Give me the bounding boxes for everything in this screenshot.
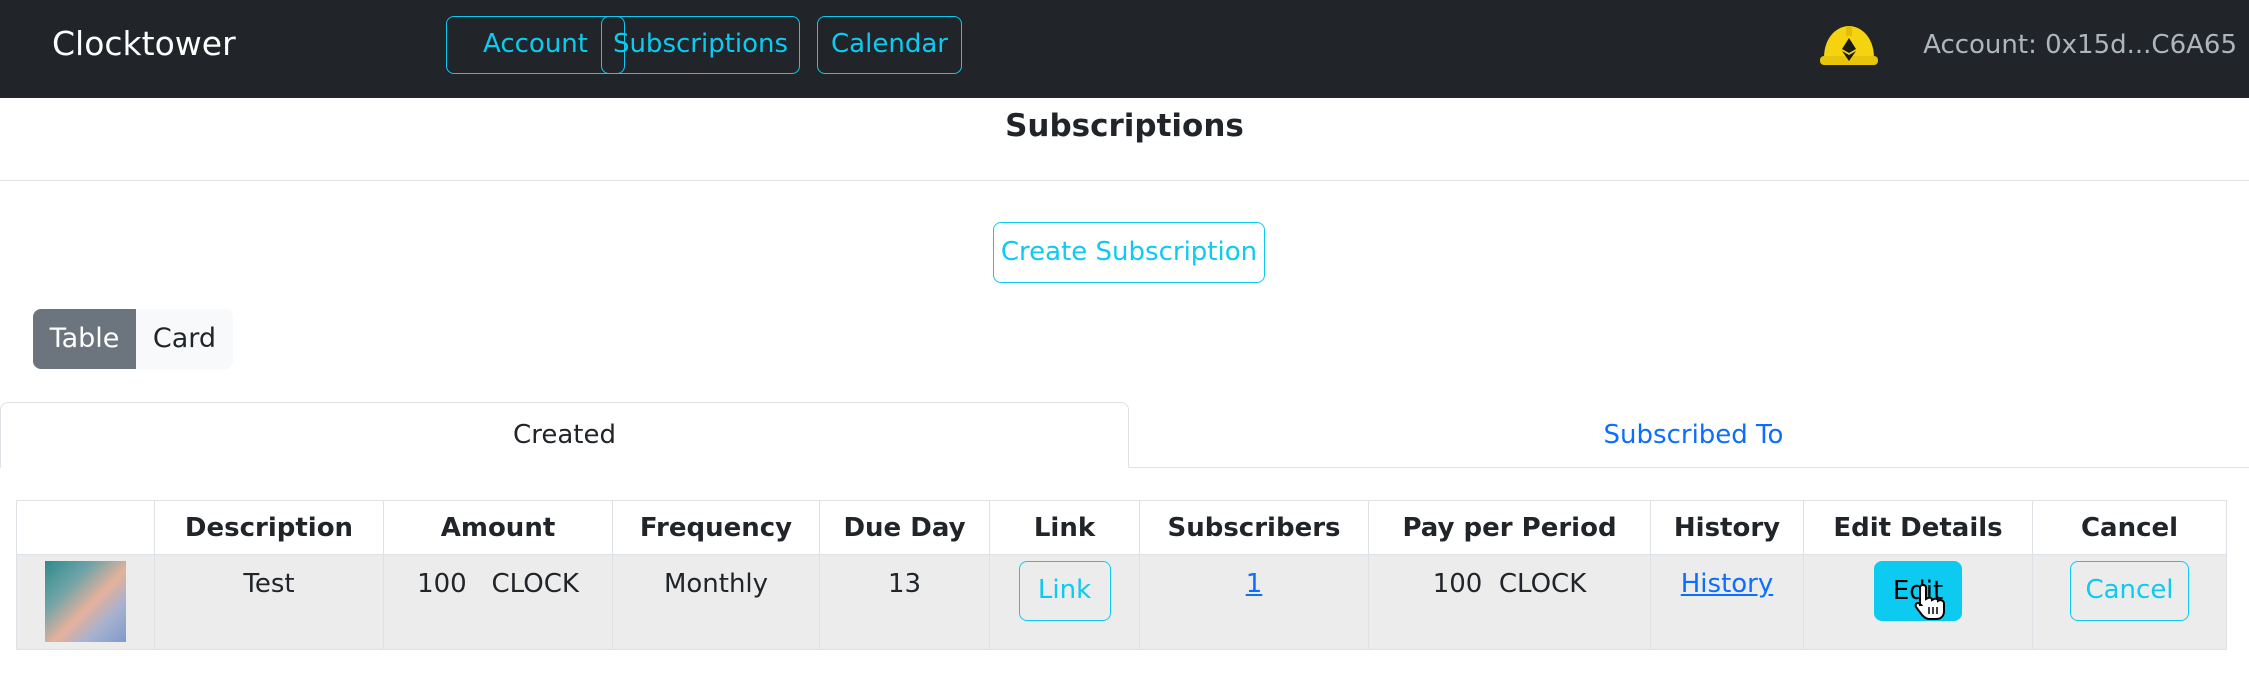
amount-value: 100 CLOCK [417, 569, 579, 599]
header-frequency: Frequency [612, 500, 820, 555]
header-subscribers: Subscribers [1139, 500, 1369, 555]
header-history: History [1650, 500, 1804, 555]
tab-created[interactable]: Created [0, 402, 1129, 468]
header-edit-details: Edit Details [1803, 500, 2033, 555]
page-title: Subscriptions [1005, 108, 1244, 144]
table-row: Test 100 CLOCK Monthly 13 Link 1 100 CLO… [16, 554, 2227, 650]
metamask-helmet-icon[interactable] [1818, 22, 1880, 70]
link-button[interactable]: Link [1018, 561, 1111, 621]
nav-calendar-button[interactable]: Calendar [817, 16, 962, 74]
cell-edit: Edit [1803, 554, 2033, 650]
subscriptions-table: Description Amount Frequency Due Day Lin… [16, 500, 2227, 650]
hand-cursor-icon [1914, 583, 1945, 620]
cell-amount: 100 CLOCK [383, 554, 613, 650]
create-subscription-button[interactable]: Create Subscription [993, 222, 1265, 283]
pay-per-period-value: 100 CLOCK [1432, 569, 1587, 599]
account-address: Account: 0x15d...C6A65 [1923, 30, 2237, 60]
description-value: Test [243, 569, 295, 599]
cell-image [16, 554, 155, 650]
toggle-card[interactable]: Card [136, 309, 233, 369]
tab-subscribed-to[interactable]: Subscribed To [1129, 402, 2249, 468]
header-amount: Amount [383, 500, 613, 555]
view-toggle: Table Card [33, 309, 233, 369]
title-divider [0, 180, 2249, 181]
cancel-button[interactable]: Cancel [2070, 561, 2189, 621]
frequency-value: Monthly [663, 569, 769, 599]
history-link[interactable]: History [1681, 555, 1774, 599]
header-link: Link [989, 500, 1140, 555]
edit-button[interactable]: Edit [1874, 561, 1962, 621]
cell-link: Link [989, 554, 1140, 650]
cell-pay-per-period: 100 CLOCK [1368, 554, 1651, 650]
cell-cancel: Cancel [2032, 554, 2227, 650]
nav-subscriptions-button[interactable]: Subscriptions [601, 16, 800, 74]
brand-logo-text[interactable]: Clocktower [52, 24, 236, 63]
subscription-avatar [45, 561, 126, 642]
nav-account-button[interactable]: Account [446, 16, 625, 74]
cell-due-day: 13 [819, 554, 990, 650]
table-header-row: Description Amount Frequency Due Day Lin… [16, 500, 2227, 555]
cell-frequency: Monthly [612, 554, 820, 650]
toggle-table[interactable]: Table [33, 309, 136, 369]
subscribers-link[interactable]: 1 [1246, 555, 1263, 599]
header-pay-per-period: Pay per Period [1368, 500, 1651, 555]
header-description: Description [154, 500, 384, 555]
top-navbar: Clocktower Account Subscriptions Calenda… [0, 0, 2249, 98]
cell-history: History [1650, 554, 1804, 650]
header-cancel: Cancel [2032, 500, 2227, 555]
header-due-day: Due Day [819, 500, 990, 555]
cell-subscribers: 1 [1139, 554, 1369, 650]
cell-description: Test [154, 554, 384, 650]
header-image [16, 500, 155, 555]
due-day-value: 13 [887, 569, 922, 599]
